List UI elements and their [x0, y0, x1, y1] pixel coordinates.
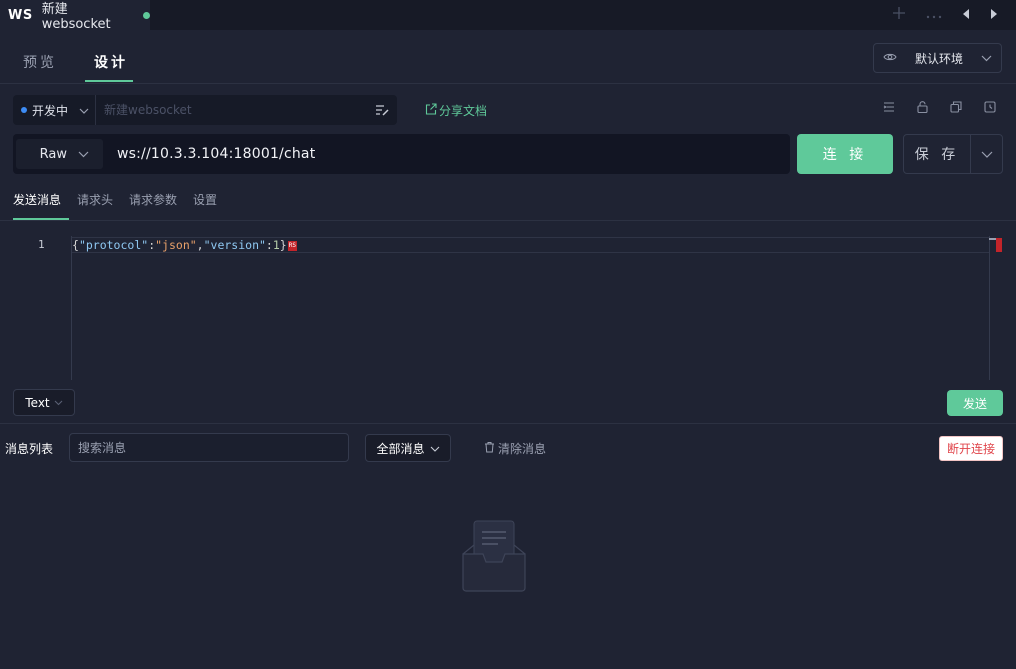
- tab-send-message[interactable]: 发送消息: [13, 191, 61, 208]
- share-doc-link[interactable]: 分享文档: [425, 102, 487, 119]
- arrow-left-icon[interactable]: [962, 8, 970, 23]
- tab-bar: [0, 0, 1016, 30]
- chevron-down-icon: [78, 147, 89, 162]
- tab-status-dot: [143, 11, 150, 19]
- tab-settings[interactable]: 设置: [193, 191, 217, 208]
- disconnect-button[interactable]: 断开连接: [939, 436, 1003, 461]
- edit-description-icon[interactable]: [367, 104, 397, 116]
- status-label: 开发中: [32, 103, 69, 118]
- code-token: "json": [155, 238, 197, 252]
- divider: [0, 220, 1016, 221]
- chevron-down-icon: [981, 51, 992, 66]
- editor-gutter-border: [71, 236, 72, 380]
- copy-icon[interactable]: [950, 101, 962, 116]
- chevron-down-icon: [430, 441, 440, 456]
- environment-label: 默认环境: [914, 51, 963, 66]
- url-bar: Raw ws://10.3.3.104:18001/chat: [13, 134, 790, 174]
- method-label: Raw: [39, 146, 68, 162]
- code-token: }: [279, 238, 287, 252]
- clear-messages-label: 清除消息: [498, 442, 547, 456]
- status-dot: [21, 107, 27, 113]
- history-icon[interactable]: [984, 101, 996, 116]
- code-token: {: [72, 238, 79, 252]
- message-list-title: 消息列表: [5, 442, 54, 456]
- code-token: ,: [196, 238, 204, 252]
- message-filter-select[interactable]: 全部消息: [365, 434, 451, 462]
- url-input[interactable]: ws://10.3.3.104:18001/chat: [117, 146, 315, 162]
- divider: [0, 83, 1016, 84]
- share-icon: [425, 103, 437, 118]
- chevron-down-icon: [981, 147, 993, 161]
- outline-icon[interactable]: [883, 101, 895, 116]
- format-label: Text: [25, 395, 50, 410]
- rs-control-char: RS: [287, 240, 297, 251]
- share-doc-label: 分享文档: [439, 104, 488, 118]
- arrow-right-icon[interactable]: [990, 8, 998, 23]
- tab-headers[interactable]: 请求头: [77, 191, 113, 208]
- cursor-ruler-marker: [989, 238, 996, 240]
- save-button-group: 保 存: [903, 134, 1003, 174]
- tab-params[interactable]: 请求参数: [129, 191, 177, 208]
- active-tab-indicator: [85, 80, 133, 82]
- save-options-button[interactable]: [971, 135, 1002, 173]
- code-token: :: [265, 238, 273, 252]
- clear-messages-button[interactable]: 清除消息: [484, 440, 546, 457]
- status-select[interactable]: 开发中: [13, 95, 96, 125]
- message-editor[interactable]: {"protocol":"json","version":1} RS: [72, 238, 297, 252]
- chevron-down-icon: [79, 103, 89, 118]
- divider: [0, 423, 1016, 424]
- tab-preview[interactable]: 预览: [23, 52, 57, 82]
- api-meta-bar: 开发中: [13, 95, 397, 125]
- error-scroll-marker: [996, 238, 1002, 252]
- method-select[interactable]: Raw: [16, 139, 103, 169]
- lock-icon[interactable]: [917, 101, 928, 116]
- tab-websocket[interactable]: WS 新建websocket: [0, 0, 150, 32]
- line-number: 1: [38, 238, 45, 251]
- tab-design[interactable]: 设计: [94, 52, 128, 82]
- editor-right-border: [989, 236, 990, 380]
- chevron-down-icon: [54, 395, 63, 410]
- more-icon[interactable]: [926, 8, 942, 23]
- connect-button[interactable]: 连 接: [797, 134, 893, 174]
- eye-icon: [883, 51, 897, 66]
- save-button[interactable]: 保 存: [904, 135, 971, 173]
- trash-icon: [484, 441, 495, 456]
- filter-label: 全部消息: [376, 441, 425, 456]
- environment-select[interactable]: 默认环境: [873, 43, 1002, 73]
- ws-badge: WS: [8, 7, 33, 23]
- code-token: 1: [272, 238, 280, 252]
- search-messages-input[interactable]: [69, 433, 349, 462]
- tab-title: 新建websocket: [41, 2, 111, 32]
- code-token: "protocol": [78, 238, 149, 252]
- empty-inbox-icon: [462, 520, 526, 592]
- api-toolbar: [883, 101, 996, 116]
- api-name-input[interactable]: [96, 103, 367, 117]
- format-select[interactable]: Text: [13, 389, 75, 416]
- tab-bar-actions: [892, 0, 998, 30]
- send-button[interactable]: 发送: [947, 390, 1003, 416]
- code-token: "version": [203, 238, 266, 252]
- plus-icon[interactable]: [892, 6, 906, 24]
